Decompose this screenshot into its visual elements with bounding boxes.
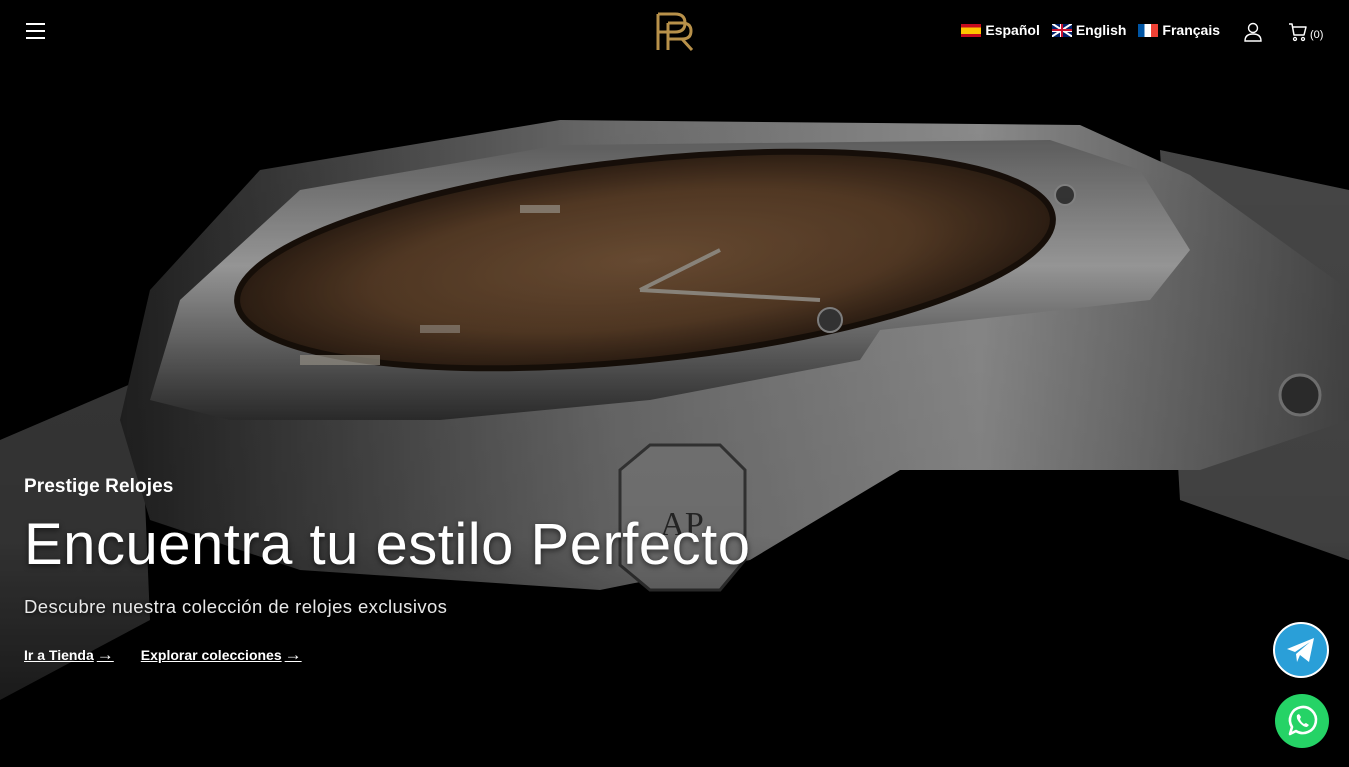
shopping-cart-icon [1289,23,1307,42]
language-label: Español [985,22,1040,38]
uk-flag-icon [1051,23,1072,37]
cart-button[interactable]: (0) [1288,22,1323,42]
hero-cta-row: Ir a Tienda → Explorar colecciones → [24,645,751,665]
telegram-icon [1287,638,1314,662]
france-flag-icon [1138,23,1159,37]
cart-count: (0) [1310,29,1324,41]
shop-link-label: Ir a Tienda [24,647,94,663]
spain-flag-icon [961,23,982,37]
hero-headline: Encuentra tu estilo Perfecto [24,512,751,577]
brand-eyebrow: Prestige Relojes [24,476,174,497]
arrow-right-icon: → [284,645,302,664]
language-spanish[interactable]: Español [961,22,1040,38]
language-french[interactable]: Français [1138,22,1220,38]
language-label: Français [1162,22,1220,38]
language-selector: Español English Français [961,22,1220,38]
hamburger-menu-icon[interactable] [26,23,46,41]
whatsapp-icon [1288,705,1318,736]
language-label: English [1075,22,1127,38]
site-header: Español English Français (0) [0,0,1349,64]
user-icon[interactable] [1243,22,1263,42]
telegram-button[interactable] [1273,622,1329,678]
language-english[interactable]: English [1051,22,1127,38]
arrow-right-icon: → [96,645,114,664]
hero-content: Prestige Relojes Encuentra tu estilo Per… [24,476,751,665]
hero-subhead: Descubre nuestra colección de relojes ex… [24,596,448,617]
collections-link-label: Explorar colecciones [140,647,282,663]
whatsapp-button[interactable] [1275,694,1329,748]
collections-link[interactable]: Explorar colecciones → [141,645,302,665]
pr-monogram-logo[interactable] [655,11,695,53]
shop-link[interactable]: Ir a Tienda → [24,645,114,665]
